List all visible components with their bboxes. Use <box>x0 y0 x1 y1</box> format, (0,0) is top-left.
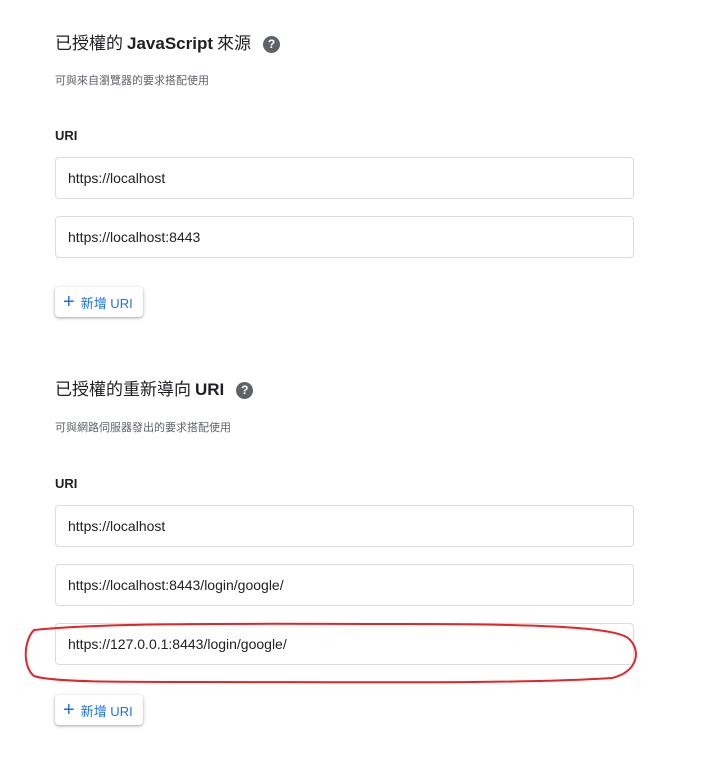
help-circle-icon[interactable]: ? <box>236 381 254 399</box>
redirect-uri-field-1[interactable]: https://localhost <box>55 505 634 547</box>
redirect-uri-field-2[interactable]: https://localhost:8443/login/google/ <box>55 564 634 606</box>
js-origin-uri-field-1[interactable]: https://localhost <box>55 157 634 199</box>
redirect-uris-title: 已授權的重新導向 URI ? <box>55 379 254 401</box>
js-origins-description: 可與來自瀏覽器的要求搭配使用 <box>55 75 209 87</box>
oauth-client-settings: 已授權的 JavaScript 來源 ? 可與來自瀏覽器的要求搭配使用 URI … <box>0 0 714 763</box>
redirect-uri-field-3[interactable]: https://127.0.0.1:8443/login/google/ <box>55 623 634 665</box>
js-origins-title-prefix: 已授權的 <box>55 34 123 53</box>
redirect-uris-title-bold: URI <box>195 380 225 399</box>
add-redirect-uri-label: 新增 URI <box>80 703 133 719</box>
redirect-uris-description: 可與網路伺服器發出的要求搭配使用 <box>55 422 231 434</box>
js-origins-title: 已授權的 JavaScript 來源 ? <box>55 33 280 55</box>
help-circle-icon[interactable]: ? <box>263 35 280 53</box>
plus-icon: + <box>63 291 75 313</box>
js-origin-uri-field-2[interactable]: https://localhost:8443 <box>55 216 634 258</box>
js-origins-uri-label: URI <box>55 128 78 143</box>
js-origins-title-suffix: 來源 <box>217 34 251 53</box>
js-origins-title-bold: JavaScript <box>127 34 213 53</box>
plus-icon: + <box>63 699 75 721</box>
add-js-origin-label: 新增 URI <box>80 295 133 311</box>
redirect-uris-title-prefix: 已授權的重新導向 <box>55 380 191 399</box>
add-redirect-uri-button[interactable]: + 新增 URI <box>55 695 143 725</box>
redirect-uris-uri-label: URI <box>55 476 78 491</box>
add-js-origin-button[interactable]: + 新增 URI <box>55 287 143 317</box>
